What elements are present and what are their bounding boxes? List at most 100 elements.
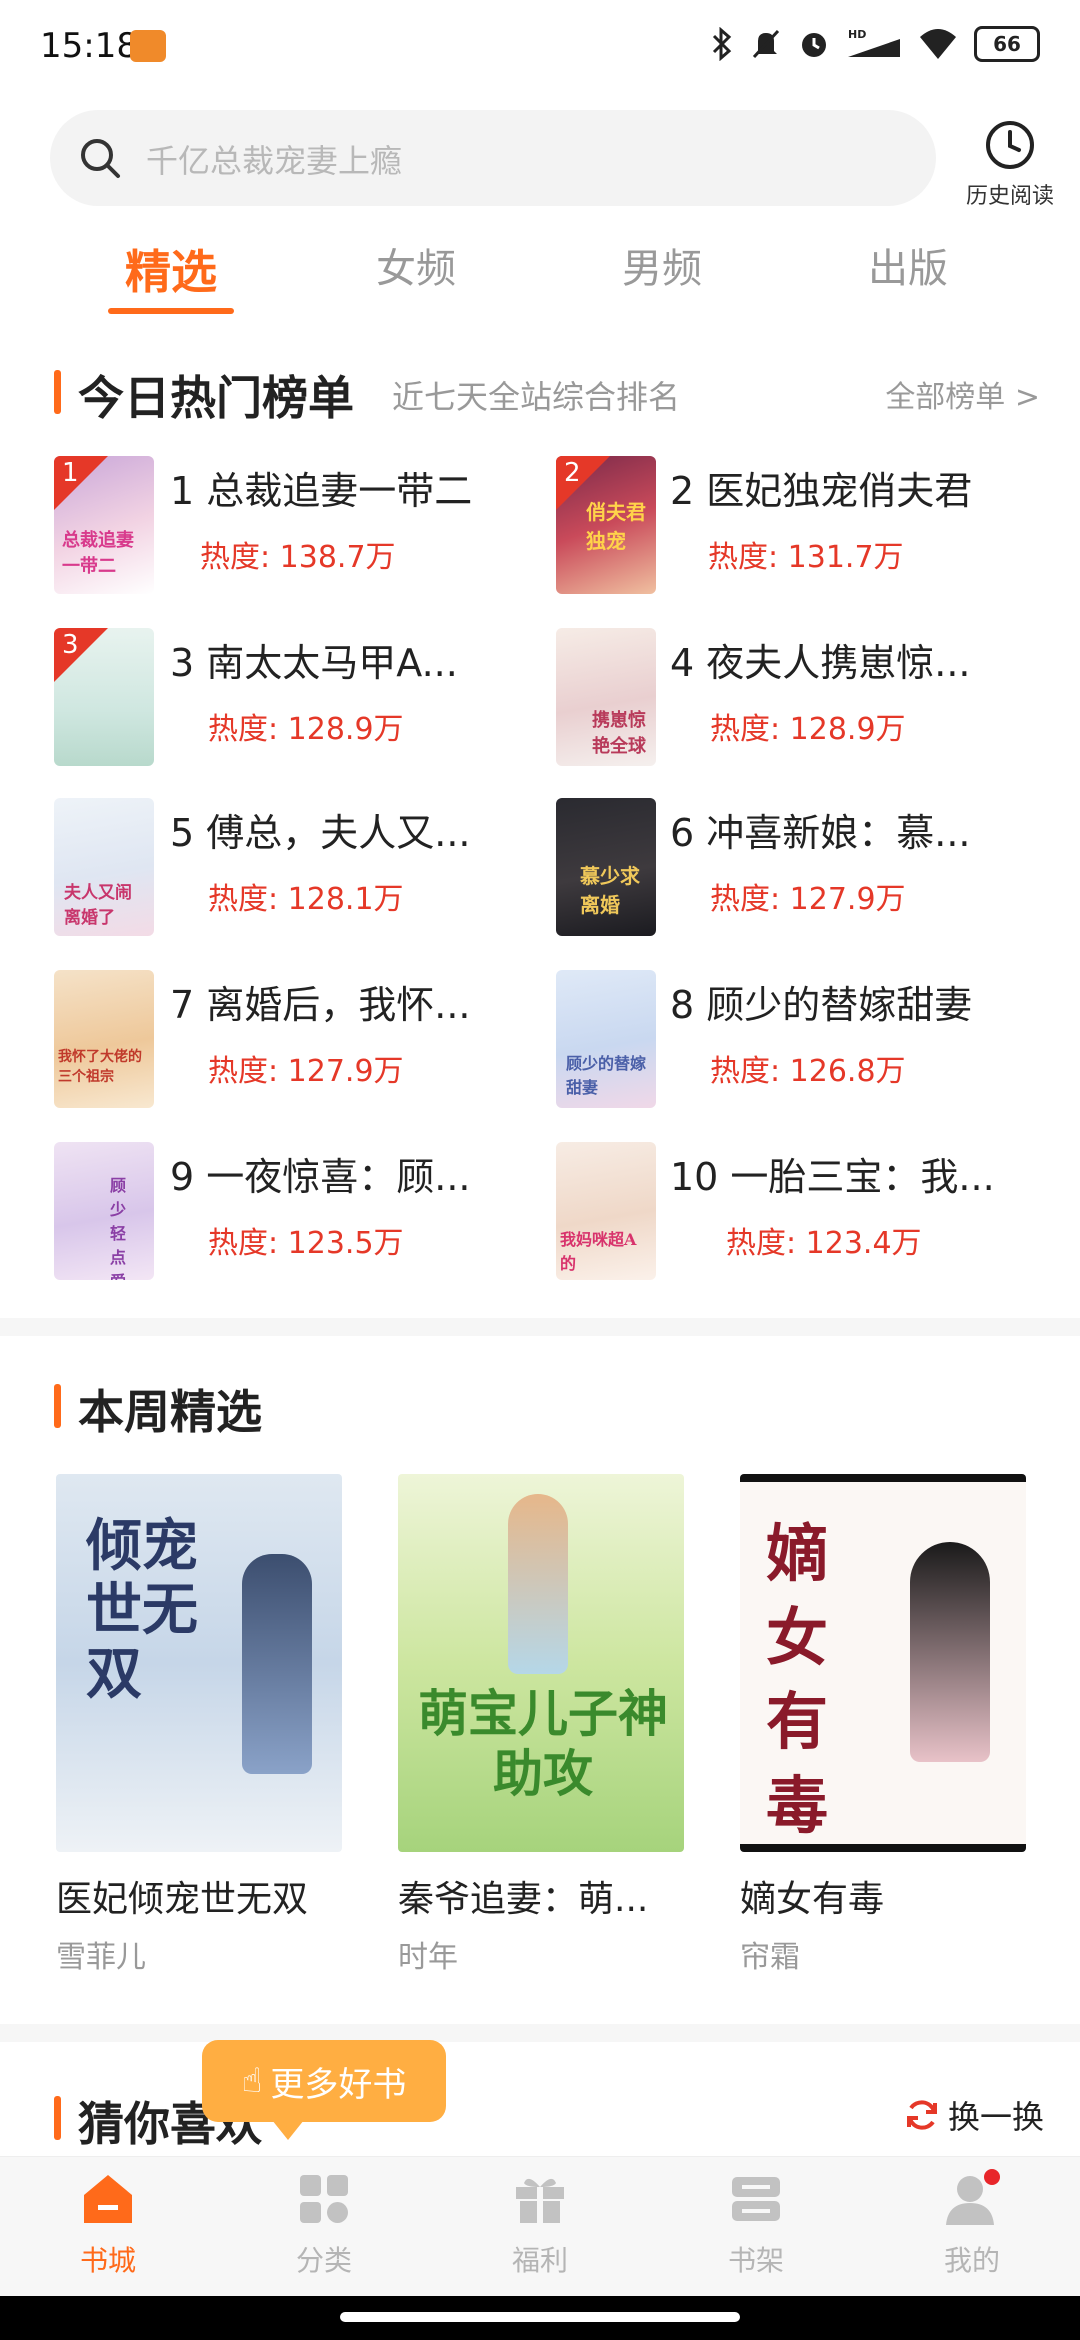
profile-icon	[946, 2169, 1000, 2225]
rank-item[interactable]: 夫人又闹离婚了 5 傅总，夫人又... 热度: 128.1万	[54, 798, 554, 938]
signal-icon: HD	[848, 28, 900, 57]
weekly-book[interactable]: 嫡女有毒 嫡女有毒 帘霜	[740, 1474, 1026, 1976]
nav-category[interactable]: 分类	[216, 2169, 432, 2279]
battery-indicator: 66	[974, 26, 1040, 62]
gift-icon	[516, 2178, 564, 2223]
hot-section-title: 今日热门榜单	[78, 371, 354, 425]
more-books-tooltip[interactable]: ☝ 更多好书	[202, 2040, 446, 2140]
rank-heat: 热度: 138.7万	[200, 540, 396, 575]
weekly-book-title: 嫡女有毒	[740, 1879, 885, 1920]
nav-label: 分类	[295, 2244, 352, 2277]
pointing-hand-icon: ☝	[241, 2061, 263, 2101]
clock-icon	[986, 121, 1034, 169]
rank-item[interactable]: 俏夫君独宠 2 2 医妃独宠俏夫君 热度: 131.7万	[556, 456, 1056, 596]
section-divider	[0, 2024, 1080, 2042]
section-accent-bar	[54, 1384, 61, 1428]
bookshelf-icon	[732, 2177, 780, 2221]
rank-title: 9 一夜惊喜：顾...	[170, 1155, 471, 1199]
cover-title: 总裁追妻一带二	[62, 530, 134, 577]
rank-title: 4 夜夫人携崽惊...	[670, 641, 971, 685]
channel-tabs: 精选 女频 男频 出版	[0, 236, 1080, 316]
rank-title: 5 傅总，夫人又...	[170, 811, 471, 855]
cover-title: 携崽惊艳全球	[592, 710, 646, 757]
weekly-book-title: 秦爷追妻：萌...	[398, 1879, 649, 1920]
nav-bookshelf[interactable]: 书架	[648, 2169, 864, 2279]
tab-publish[interactable]: 出版	[818, 236, 998, 294]
rank-title: 7 离婚后，我怀...	[170, 983, 471, 1027]
book-cover: 顾少的替嫁甜妻	[556, 970, 656, 1108]
weekly-book-author: 帘霜	[740, 1940, 800, 1975]
book-cover: 我怀了大佬的三个祖宗	[54, 970, 154, 1108]
rank-item[interactable]: 我怀了大佬的三个祖宗 7 离婚后，我怀... 热度: 127.9万	[54, 970, 554, 1110]
rank-badge: 1	[54, 456, 108, 510]
rank-item[interactable]: 3 3 南太太马甲A... 热度: 128.9万	[54, 628, 554, 768]
svg-text:HD: HD	[848, 28, 866, 41]
tab-male[interactable]: 男频	[572, 236, 752, 294]
rank-heat: 热度: 127.9万	[710, 882, 906, 917]
cover-figure	[910, 1542, 990, 1762]
rank-item[interactable]: 顾少的替嫁甜妻 8 顾少的替嫁甜妻 热度: 126.8万	[556, 970, 1056, 1110]
app-notification-icon	[130, 30, 166, 62]
rank-item[interactable]: 携崽惊艳全球 4 夜夫人携崽惊... 热度: 128.9万	[556, 628, 1056, 768]
cover-title: 我怀了大佬的三个祖宗	[58, 1049, 142, 1085]
rank-title: 1 总裁追妻一带二	[170, 469, 473, 513]
refresh-button[interactable]: 换一换	[904, 2092, 1044, 2138]
history-button[interactable]: 历史阅读	[960, 118, 1060, 210]
mute-icon	[752, 29, 780, 59]
nav-label: 我的	[943, 2244, 1000, 2277]
rank-item[interactable]: 慕少求离婚 6 冲喜新娘：慕... 热度: 127.9万	[556, 798, 1056, 938]
wifi-icon	[920, 29, 956, 59]
book-cover: 3	[54, 628, 154, 766]
rank-item[interactable]: 总裁追妻一带二 1 1 总裁追妻一带二 热度: 138.7万	[54, 456, 554, 596]
rank-title: 10 一胎三宝：我...	[670, 1155, 995, 1199]
hot-section-subtitle: 近七天全站综合排名	[392, 378, 681, 416]
tab-female[interactable]: 女频	[326, 236, 506, 294]
rank-heat: 热度: 131.7万	[708, 540, 904, 575]
search-input[interactable]: 千亿总裁宠妻上瘾	[50, 110, 936, 206]
section-accent-bar	[54, 370, 61, 414]
weekly-book[interactable]: 倾宠世无双 医妃倾宠世无双 雪菲儿	[56, 1474, 342, 1976]
refresh-label: 换一换	[947, 2098, 1044, 2136]
refresh-icon	[906, 2100, 937, 2130]
weekly-section-title: 本周精选	[78, 1385, 262, 1439]
rank-title: 2 医妃独宠俏夫君	[670, 469, 973, 513]
section-accent-bar	[54, 2096, 61, 2140]
weekly-book-author: 雪菲儿	[56, 1940, 146, 1975]
book-cover: 萌宝儿子神助攻	[398, 1474, 684, 1852]
nav-bookstore[interactable]: 书城	[0, 2169, 216, 2279]
weekly-book-title: 医妃倾宠世无双	[56, 1879, 309, 1920]
book-cover: 俏夫君独宠 2	[556, 456, 656, 594]
cover-title: 我妈咪超A的	[560, 1230, 637, 1273]
cover-title: 慕少求离婚	[580, 864, 640, 917]
cover-title: 顾少轻点爱	[110, 1176, 127, 1280]
book-cover: 携崽惊艳全球	[556, 628, 656, 766]
nav-label: 书城	[79, 2244, 136, 2277]
rank-item[interactable]: 顾少轻点爱 9 一夜惊喜：顾... 热度: 123.5万	[54, 1142, 554, 1282]
rank-title: 8 顾少的替嫁甜妻	[670, 983, 973, 1027]
home-indicator[interactable]	[340, 2312, 740, 2322]
rank-badge: 3	[54, 628, 108, 682]
nav-welfare[interactable]: 福利	[432, 2169, 648, 2279]
book-cover: 嫡女有毒	[740, 1474, 1026, 1852]
cover-title: 倾宠世无双	[86, 1513, 198, 1707]
status-icons: HD 66	[710, 26, 1040, 62]
bottom-navigation: 书城 分类 福利 书架 我的	[0, 2156, 1080, 2297]
history-label: 历史阅读	[965, 184, 1054, 209]
cover-title: 俏夫君独宠	[586, 500, 646, 553]
book-cover: 慕少求离婚	[556, 798, 656, 936]
rank-title: 6 冲喜新娘：慕...	[670, 811, 971, 855]
rank-heat: 热度: 127.9万	[208, 1054, 404, 1089]
search-icon	[81, 139, 120, 178]
status-time: 15:18	[40, 26, 138, 66]
rank-heat: 热度: 123.5万	[208, 1226, 404, 1261]
all-rankings-link[interactable]: 全部榜单 >	[885, 372, 1040, 416]
rank-heat: 热度: 126.8万	[710, 1054, 906, 1089]
cover-title: 嫡女有毒	[766, 1517, 829, 1842]
alarm-icon	[802, 33, 826, 57]
weekly-book[interactable]: 萌宝儿子神助攻 秦爷追妻：萌... 时年	[398, 1474, 684, 1976]
book-cover: 我妈咪超A的	[556, 1142, 656, 1280]
rank-item[interactable]: 我妈咪超A的 10 一胎三宝：我... 热度: 123.4万	[556, 1142, 1056, 1282]
category-icon	[300, 2175, 348, 2223]
tab-featured[interactable]: 精选	[81, 236, 261, 302]
nav-profile[interactable]: 我的	[864, 2169, 1080, 2279]
